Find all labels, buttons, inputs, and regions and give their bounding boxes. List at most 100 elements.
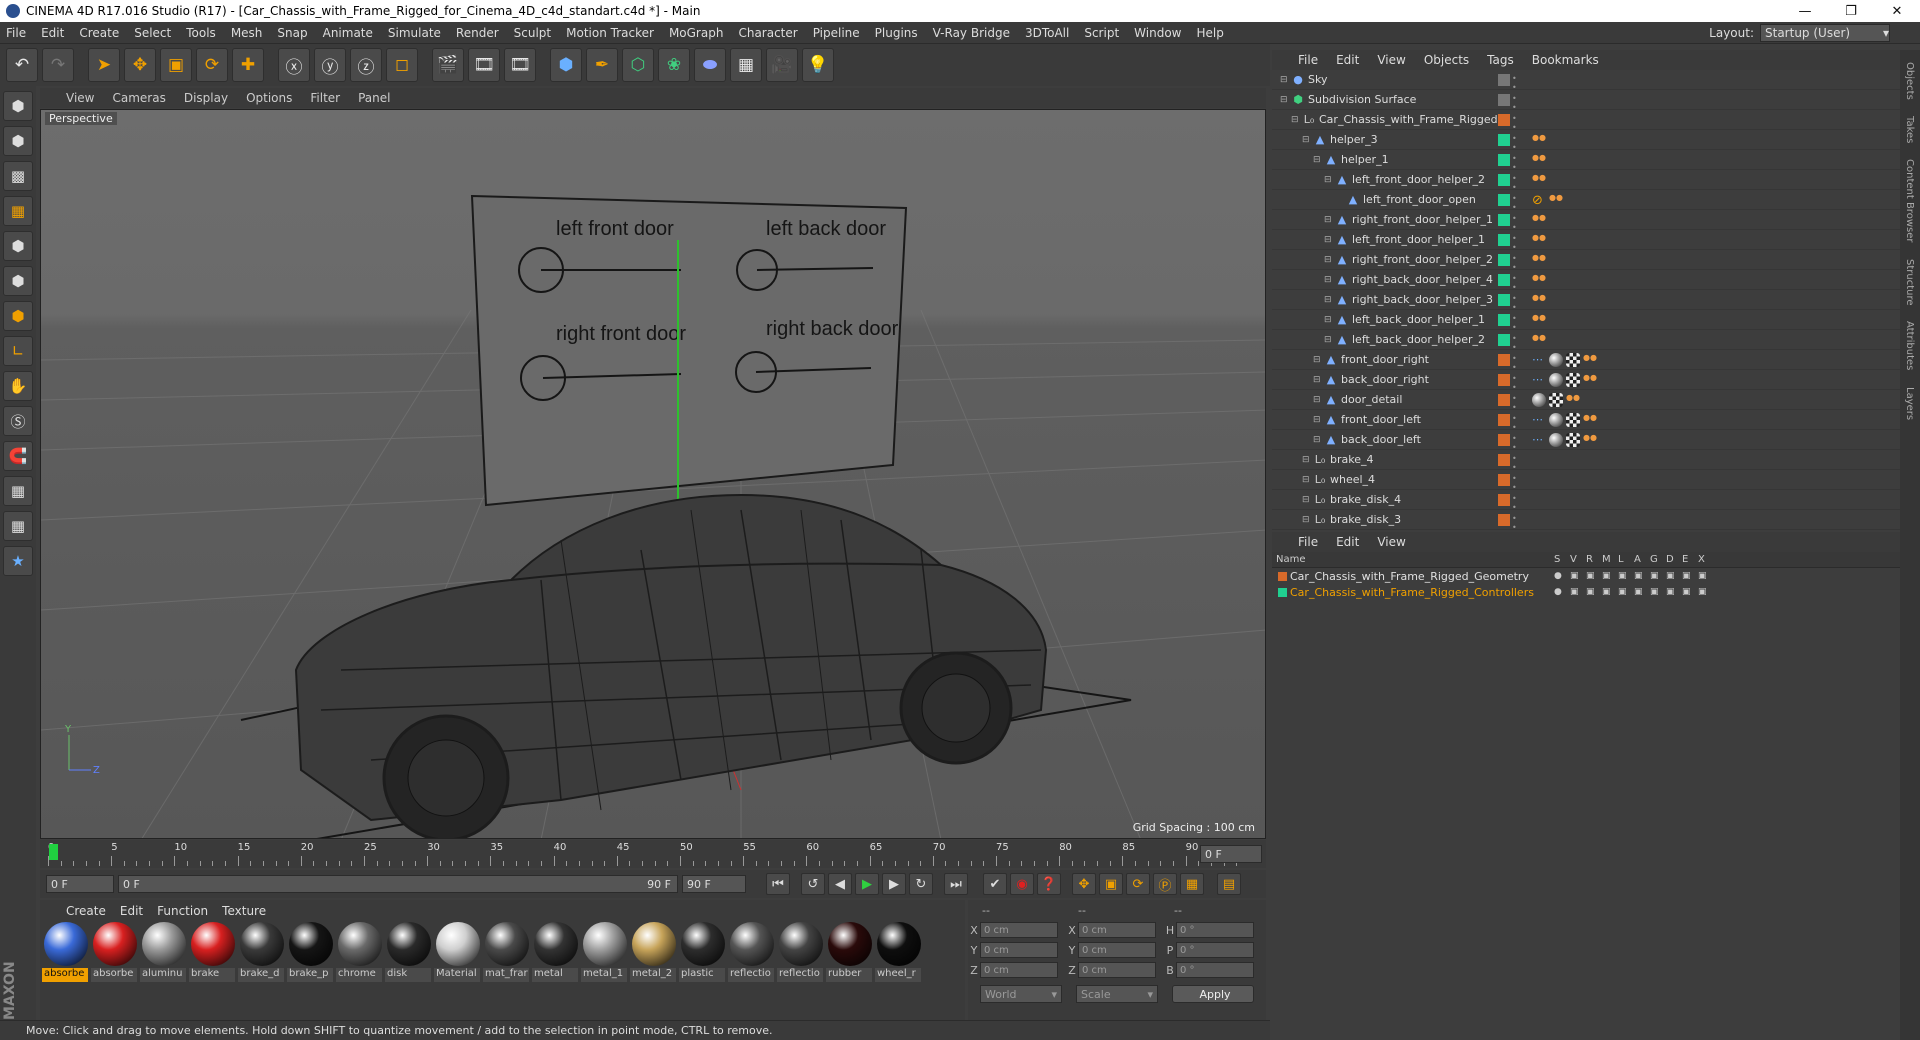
material-tag-icon[interactable] [1549, 432, 1563, 447]
protection-tag-icon[interactable]: ⊘ [1532, 193, 1546, 208]
object-row[interactable]: ⊟ ▲ back_door_left • • ⋯ ●● [1272, 430, 1900, 452]
material-swatch[interactable]: Material [434, 922, 482, 982]
move-tool-button[interactable]: ✥ [124, 48, 156, 82]
light-button[interactable]: 💡 [802, 48, 834, 82]
layer-color-swatch[interactable] [1498, 353, 1510, 366]
material-preview-ball[interactable] [730, 922, 774, 966]
cube-primitive-button[interactable]: ⬢ [550, 48, 582, 82]
layer-color-swatch[interactable] [1498, 293, 1510, 306]
preview-range-slider[interactable]: 0 F 90 F [118, 875, 678, 893]
expand-toggle-icon[interactable]: ⊟ [1324, 215, 1334, 225]
coordinate-system-button[interactable]: ◻ [386, 48, 418, 82]
expand-toggle-icon[interactable]: ⊟ [1313, 395, 1323, 405]
material-preview-ball[interactable] [289, 922, 333, 966]
layer-flag-icon[interactable]: ● [1554, 571, 1562, 581]
object-menu-edit[interactable]: Edit [1336, 53, 1359, 67]
redo-button[interactable]: ↷ [42, 48, 74, 82]
controller-board[interactable]: left front door left back door right fro… [470, 194, 908, 507]
material-preview-ball[interactable] [93, 922, 137, 966]
menu-sculpt[interactable]: Sculpt [514, 26, 551, 40]
visibility-dots-icon[interactable]: • • [1512, 514, 1518, 532]
key-position-button[interactable]: ✥ [1072, 873, 1096, 895]
ik-tag-icon[interactable]: ●● [1583, 413, 1599, 427]
ik-tag-icon[interactable]: ●● [1532, 173, 1548, 187]
expand-toggle-icon[interactable]: ⊟ [1302, 455, 1312, 465]
timeline-window-button[interactable]: ▤ [1217, 873, 1241, 895]
material-menu-texture[interactable]: Texture [222, 904, 266, 918]
ik-tag-icon[interactable]: ●● [1532, 133, 1548, 147]
expand-toggle-icon[interactable]: ⊟ [1302, 135, 1312, 145]
menu-select[interactable]: Select [134, 26, 171, 40]
coord-transform-dropdown[interactable]: Scale ▾ [1076, 985, 1158, 1003]
visibility-dots-icon[interactable]: • • [1512, 114, 1518, 132]
maximize-button[interactable]: ❐ [1828, 0, 1874, 22]
menu-snap[interactable]: Snap [277, 26, 307, 40]
visibility-dots-icon[interactable]: • • [1512, 214, 1518, 232]
y-axis-lock-button[interactable]: ⓨ [314, 48, 346, 82]
object-row[interactable]: ⊟ L₀ brake_4 • • [1272, 450, 1900, 472]
layer-color-swatch[interactable] [1498, 413, 1510, 426]
pen-spline-button[interactable]: ✒ [586, 48, 618, 82]
layer-column-x[interactable]: X [1698, 554, 1705, 565]
layer-column-name[interactable]: Name [1276, 554, 1306, 565]
object-row[interactable]: ⊟ ▲ helper_3 • • ●● [1272, 130, 1900, 152]
ik-tag-icon[interactable]: ●● [1583, 373, 1599, 387]
texture-tag-icon[interactable] [1566, 412, 1580, 427]
layout-selector[interactable]: Layout: Startup (User) ▾ [1709, 24, 1890, 42]
menu-help[interactable]: Help [1196, 26, 1223, 40]
material-tag-icon[interactable] [1549, 372, 1563, 387]
live-select-button[interactable]: ✚ [232, 48, 264, 82]
key-pla-button[interactable]: ▦ [1180, 873, 1204, 895]
layer-color-swatch[interactable] [1498, 473, 1510, 486]
viewport-menu-display[interactable]: Display [184, 91, 228, 105]
menu-mesh[interactable]: Mesh [231, 26, 263, 40]
layer-color-swatch[interactable] [1278, 587, 1287, 597]
menu-mograph[interactable]: MoGraph [669, 26, 724, 40]
layer-color-swatch[interactable] [1498, 173, 1510, 186]
material-preview-ball[interactable] [436, 922, 480, 966]
expand-toggle-icon[interactable]: ⊟ [1291, 115, 1301, 125]
autokeying-button[interactable]: ❓ [1037, 873, 1061, 895]
menu-file[interactable]: File [6, 26, 26, 40]
visibility-dots-icon[interactable]: • • [1512, 494, 1518, 512]
viewport-menu-panel[interactable]: Panel [358, 91, 390, 105]
workplane-mode-button[interactable]: ▦ [3, 196, 33, 226]
material-preview-ball[interactable] [534, 922, 578, 966]
menu-edit[interactable]: Edit [41, 26, 64, 40]
edges-mode-button[interactable]: ⬢ [3, 266, 33, 296]
menu-tools[interactable]: Tools [186, 26, 216, 40]
layer-color-swatch[interactable] [1498, 133, 1510, 146]
texture-tag-icon[interactable] [1566, 372, 1580, 387]
layer-color-swatch[interactable] [1498, 433, 1510, 446]
layer-menu-view[interactable]: View [1377, 535, 1405, 549]
layer-color-swatch[interactable] [1498, 453, 1510, 466]
expand-toggle-icon[interactable]: ⊟ [1324, 315, 1334, 325]
expand-toggle-icon[interactable]: ⊟ [1302, 495, 1312, 505]
expand-toggle-icon[interactable]: ⊟ [1302, 515, 1312, 525]
material-preview-ball[interactable] [338, 922, 382, 966]
visibility-dots-icon[interactable]: • • [1512, 174, 1518, 192]
ik-tag-icon[interactable]: ●● [1532, 313, 1548, 327]
material-tag-icon[interactable] [1549, 412, 1563, 427]
object-menu-bookmarks[interactable]: Bookmarks [1532, 53, 1599, 67]
layer-color-swatch[interactable] [1498, 513, 1510, 526]
material-menu-create[interactable]: Create [66, 904, 106, 918]
material-tag-icon[interactable] [1549, 352, 1563, 367]
start-frame-field[interactable]: 0 F [46, 875, 114, 893]
layer-color-swatch[interactable] [1498, 273, 1510, 286]
next-key-button[interactable]: ↻ [909, 873, 933, 895]
coord-value-field[interactable]: 0 ° [1176, 922, 1254, 938]
object-row[interactable]: ⊟ ● Sky • • [1272, 70, 1900, 92]
layer-color-swatch[interactable] [1498, 253, 1510, 266]
expand-toggle-icon[interactable]: ⊟ [1324, 335, 1334, 345]
visibility-dots-icon[interactable]: • • [1512, 374, 1518, 392]
car-chassis-wireframe[interactable] [294, 493, 1048, 839]
key-scale-button[interactable]: ▣ [1099, 873, 1123, 895]
expand-toggle-icon[interactable]: ⊟ [1313, 155, 1323, 165]
expand-toggle-icon[interactable]: ⊟ [1324, 255, 1334, 265]
layer-color-swatch[interactable] [1498, 333, 1510, 346]
side-tab-structure[interactable]: Structure [1904, 255, 1915, 310]
rotate-tool-button[interactable]: ⟳ [196, 48, 228, 82]
visibility-dots-icon[interactable]: • • [1512, 334, 1518, 352]
python-icon[interactable]: ★ [3, 546, 33, 576]
